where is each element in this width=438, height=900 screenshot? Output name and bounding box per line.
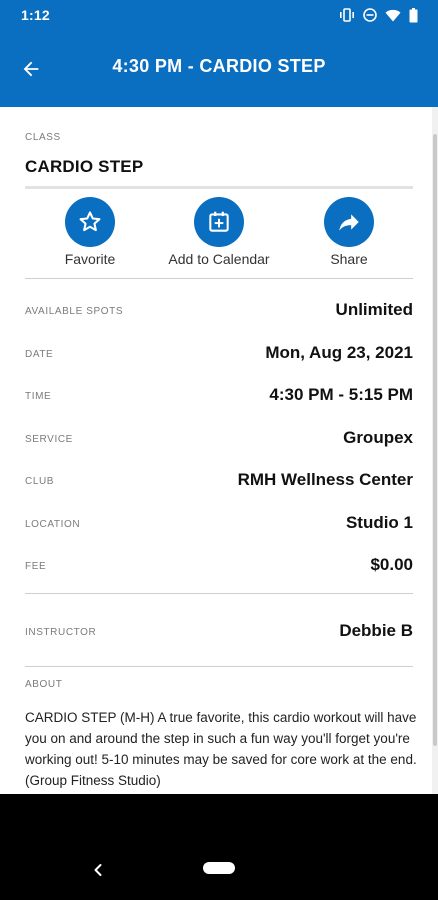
detail-row-date: DATE Mon, Aug 23, 2021 [0, 339, 432, 369]
battery-icon [409, 7, 418, 22]
scrollbar-thumb[interactable] [433, 134, 437, 746]
instructor-label: INSTRUCTOR [25, 627, 97, 638]
system-nav-bar [0, 794, 438, 900]
app-bar: 4:30 PM - CARDIO STEP [0, 30, 438, 107]
detail-row-service: SERVICE Groupex [0, 424, 432, 454]
detail-value: RMH Wellness Center [237, 470, 413, 489]
detail-value: Unlimited [335, 300, 413, 319]
add-to-calendar-label: Add to Calendar [168, 251, 270, 267]
nav-home-pill[interactable] [203, 862, 235, 874]
nav-back-icon[interactable] [88, 860, 108, 880]
wifi-icon [385, 9, 401, 21]
calendar-circle [194, 197, 244, 247]
share-button[interactable]: Share [289, 197, 409, 267]
detail-label: LOCATION [25, 519, 81, 530]
detail-label: AVAILABLE SPOTS [25, 306, 124, 317]
class-name: CARDIO STEP [25, 157, 144, 176]
status-bar: 1:12 [0, 0, 438, 30]
class-detail-content[interactable]: CLASS CARDIO STEP Favorite Add to Calend… [0, 107, 432, 794]
status-icons [339, 7, 418, 23]
detail-row-club: CLUB RMH Wellness Center [0, 466, 432, 496]
vibrate-icon [340, 8, 354, 22]
calendar-plus-icon [209, 211, 229, 232]
detail-value: $0.00 [370, 555, 413, 574]
detail-label: CLUB [25, 476, 55, 487]
detail-row-instructor: INSTRUCTOR Debbie B [0, 617, 432, 647]
action-buttons: Favorite Add to Calendar Share [0, 197, 432, 277]
detail-label: FEE [25, 561, 47, 572]
divider [25, 186, 413, 189]
add-to-calendar-button[interactable]: Add to Calendar [159, 197, 279, 267]
share-arrow-icon [339, 214, 359, 231]
share-circle [324, 197, 374, 247]
favorite-button[interactable]: Favorite [30, 197, 150, 267]
detail-value: Studio 1 [345, 513, 413, 532]
detail-row-time: TIME 4:30 PM - 5:15 PM [0, 381, 432, 411]
about-text: CARDIO STEP (M-H) A true favorite, this … [25, 710, 417, 788]
instructor-value: Debbie B [339, 621, 413, 640]
about-label: ABOUT [25, 679, 63, 690]
class-label: CLASS [25, 132, 61, 143]
detail-value: Groupex [343, 428, 413, 447]
detail-value: Mon, Aug 23, 2021 [265, 343, 413, 362]
divider [25, 593, 413, 594]
favorite-label: Favorite [64, 251, 116, 267]
share-label: Share [330, 251, 368, 267]
scrollbar[interactable] [432, 107, 438, 794]
star-outline-icon [79, 211, 101, 232]
detail-row-fee: FEE $0.00 [0, 551, 432, 581]
detail-value: 4:30 PM - 5:15 PM [269, 385, 413, 404]
detail-row-location: LOCATION Studio 1 [0, 509, 432, 539]
detail-label: SERVICE [25, 434, 73, 445]
detail-label: DATE [25, 349, 54, 360]
detail-row-available-spots: AVAILABLE SPOTS Unlimited [0, 296, 432, 326]
detail-label: TIME [25, 391, 52, 402]
do-not-disturb-icon [363, 8, 377, 22]
divider [25, 666, 413, 667]
page-title: 4:30 PM - CARDIO STEP [112, 56, 326, 76]
status-time: 1:12 [21, 7, 50, 23]
divider [25, 278, 413, 279]
favorite-circle [65, 197, 115, 247]
